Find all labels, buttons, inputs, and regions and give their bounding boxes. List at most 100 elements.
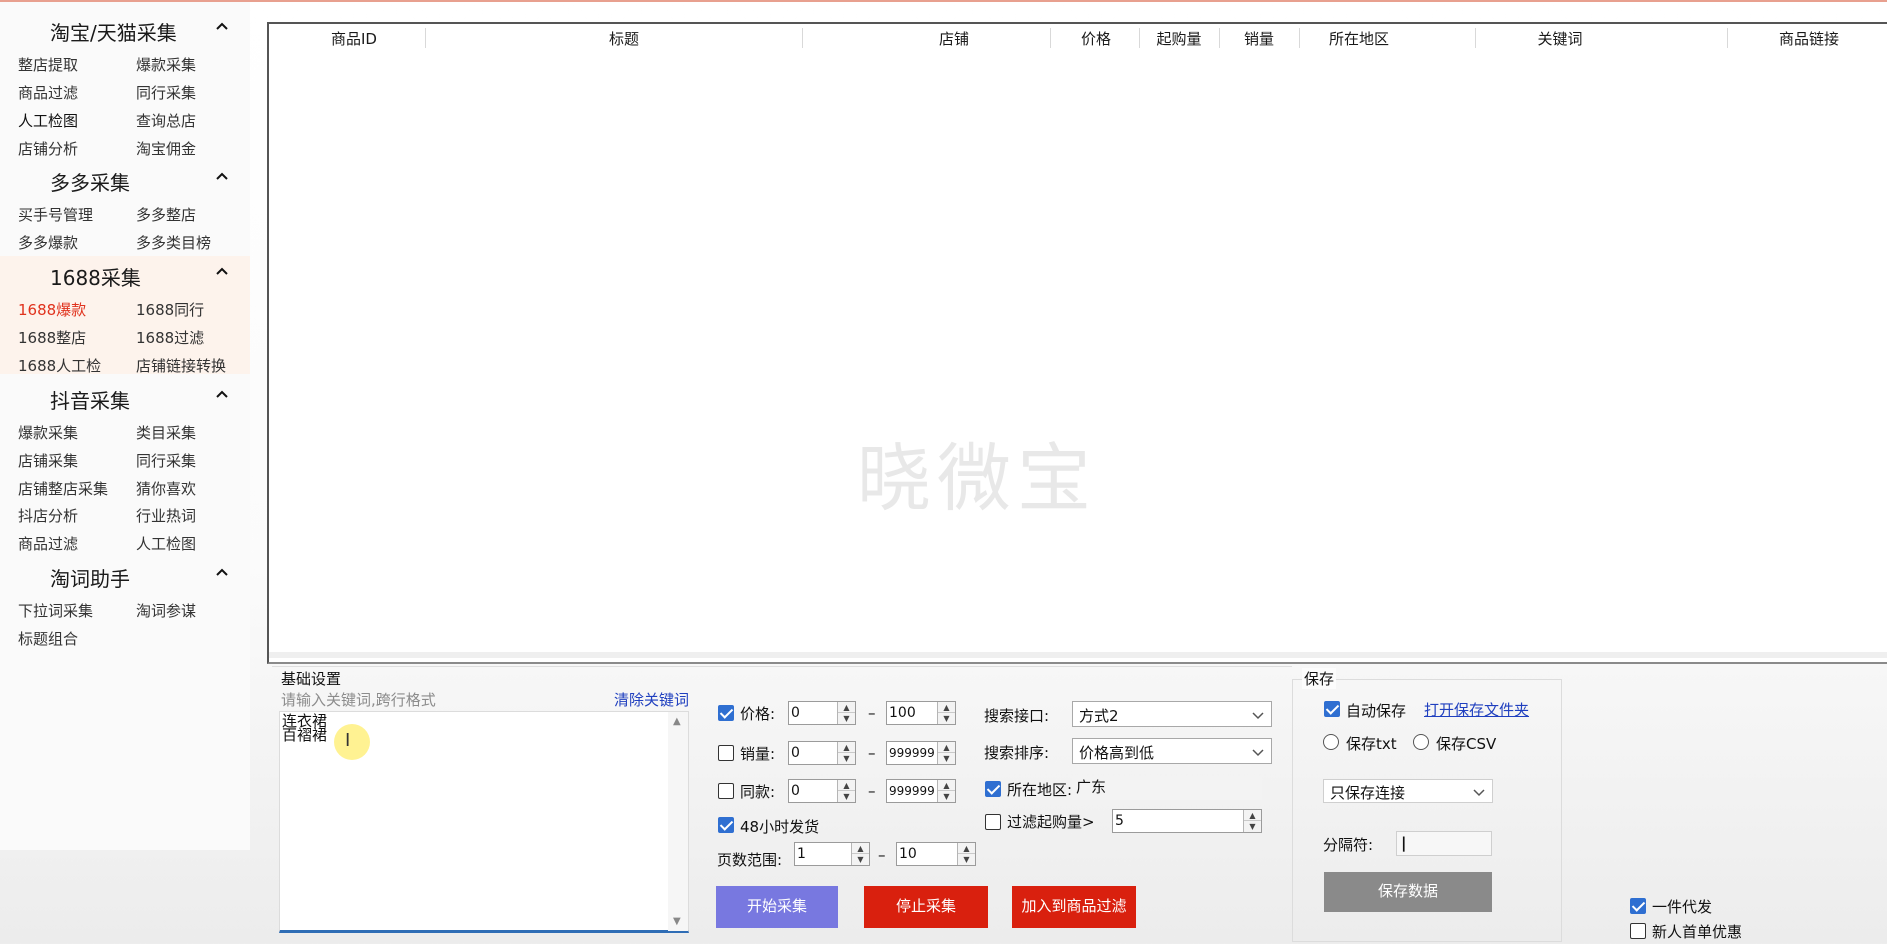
- increment-icon[interactable]: ▲: [938, 780, 955, 791]
- page-min-input[interactable]: [797, 844, 851, 864]
- sidebar-item[interactable]: 类目采集: [136, 422, 196, 443]
- stepper-buttons[interactable]: ▲ ▼: [851, 843, 869, 865]
- sidebar-item[interactable]: 多多整店: [136, 204, 196, 225]
- sales-max-input[interactable]: [889, 743, 937, 763]
- column-divider[interactable]: [1050, 28, 1051, 48]
- region-input[interactable]: 广东: [1072, 776, 1262, 800]
- sidebar-item[interactable]: 多多类目榜: [136, 232, 211, 253]
- column-divider[interactable]: [1219, 28, 1220, 48]
- same-min-stepper[interactable]: ▲▼: [788, 779, 856, 803]
- sidebar-item[interactable]: 抖店分析: [18, 505, 78, 526]
- sidebar-item[interactable]: 下拉词采集: [18, 600, 93, 621]
- stepper-buttons[interactable]: ▲ ▼: [837, 702, 855, 724]
- sidebar-item[interactable]: 人工检图: [136, 533, 196, 554]
- column-divider[interactable]: [1727, 28, 1728, 48]
- sidebar-item[interactable]: 同行采集: [136, 82, 196, 103]
- sidebar-item[interactable]: 1688人工检: [18, 355, 101, 376]
- decrement-icon[interactable]: ▼: [938, 791, 955, 802]
- sidebar-item[interactable]: 1688整店: [18, 327, 86, 348]
- sidebar-item[interactable]: 商品过滤: [18, 82, 78, 103]
- chevron-up-icon[interactable]: [212, 384, 232, 404]
- column-header[interactable]: 所在地区: [1304, 28, 1414, 49]
- save-txt-radio[interactable]: [1323, 734, 1339, 750]
- stepper-buttons[interactable]: ▲ ▼: [957, 843, 975, 865]
- page-min-stepper[interactable]: ▲▼: [794, 842, 870, 866]
- decrement-icon[interactable]: ▼: [958, 854, 975, 865]
- sidebar-item[interactable]: 店铺分析: [18, 138, 78, 159]
- scroll-up-icon[interactable]: ▲: [673, 716, 681, 727]
- column-divider[interactable]: [1475, 28, 1476, 48]
- same-item-checkbox[interactable]: [718, 783, 734, 799]
- group-header-duoduo[interactable]: 多多采集: [0, 164, 250, 195]
- save-csv-radio[interactable]: [1413, 734, 1429, 750]
- sidebar-item[interactable]: 爆款采集: [136, 54, 196, 75]
- dropship-checkbox[interactable]: [1630, 898, 1646, 914]
- sales-max-stepper[interactable]: ▲▼: [886, 741, 956, 765]
- sidebar-item[interactable]: 店铺链接转换: [136, 355, 226, 376]
- auto-save-checkbox[interactable]: [1324, 701, 1340, 717]
- ship-48h-checkbox[interactable]: [718, 817, 734, 833]
- group-header-1688[interactable]: 1688采集: [0, 259, 250, 290]
- page-max-input[interactable]: [899, 844, 957, 864]
- stepper-buttons[interactable]: ▲ ▼: [1243, 810, 1261, 832]
- vertical-scrollbar[interactable]: ▲ ▼: [668, 712, 688, 931]
- stepper-buttons[interactable]: ▲ ▼: [837, 742, 855, 764]
- group-header-taobao[interactable]: 淘宝/天猫采集: [0, 14, 250, 45]
- increment-icon[interactable]: ▲: [838, 702, 855, 713]
- group-header-taoci[interactable]: 淘词助手: [0, 560, 250, 591]
- sales-min-stepper[interactable]: ▲▼: [788, 741, 856, 765]
- decrement-icon[interactable]: ▼: [838, 713, 855, 724]
- column-header[interactable]: 商品链接: [1739, 28, 1879, 49]
- decrement-icon[interactable]: ▼: [838, 791, 855, 802]
- save-mode-select[interactable]: 只保存连接: [1323, 779, 1493, 803]
- sidebar-item[interactable]: 买手号管理: [18, 204, 93, 225]
- column-divider[interactable]: [1299, 28, 1300, 48]
- price-min-stepper[interactable]: ▲▼: [788, 701, 856, 725]
- moq-checkbox[interactable]: [985, 814, 1001, 830]
- search-sort-select[interactable]: 价格高到低: [1072, 738, 1272, 764]
- same-max-stepper[interactable]: ▲▼: [886, 779, 956, 803]
- sidebar-item-active[interactable]: 1688爆款: [18, 299, 86, 320]
- sidebar-item[interactable]: 淘词参谋: [136, 600, 196, 621]
- same-max-input[interactable]: [889, 781, 937, 801]
- sidebar-item[interactable]: 店铺整店采集: [18, 478, 108, 499]
- stepper-buttons[interactable]: ▲ ▼: [937, 742, 955, 764]
- column-header[interactable]: 起购量: [1144, 28, 1214, 49]
- same-min-input[interactable]: [791, 781, 837, 801]
- sidebar-item[interactable]: 淘宝佣金: [136, 138, 196, 159]
- column-header[interactable]: 价格: [1061, 28, 1131, 49]
- chevron-up-icon[interactable]: [212, 562, 232, 582]
- increment-icon[interactable]: ▲: [838, 780, 855, 791]
- sidebar-item[interactable]: 1688同行: [136, 299, 204, 320]
- sidebar-item[interactable]: 同行采集: [136, 450, 196, 471]
- column-header[interactable]: 商品ID: [319, 28, 389, 49]
- sidebar-item[interactable]: 标题组合: [18, 628, 78, 649]
- sidebar-item[interactable]: 店铺采集: [18, 450, 78, 471]
- price-min-input[interactable]: [791, 703, 837, 723]
- decrement-icon[interactable]: ▼: [938, 713, 955, 724]
- stepper-buttons[interactable]: ▲ ▼: [937, 702, 955, 724]
- increment-icon[interactable]: ▲: [938, 702, 955, 713]
- sales-checkbox[interactable]: [718, 745, 734, 761]
- increment-icon[interactable]: ▲: [852, 843, 869, 854]
- open-save-folder-link[interactable]: 打开保存文件夹: [1424, 699, 1529, 720]
- start-collect-button[interactable]: 开始采集: [716, 886, 838, 928]
- page-max-stepper[interactable]: ▲▼: [896, 842, 976, 866]
- sidebar-item[interactable]: 爆款采集: [18, 422, 78, 443]
- column-divider[interactable]: [1139, 28, 1140, 48]
- chevron-up-icon[interactable]: [212, 166, 232, 186]
- price-max-stepper[interactable]: ▲▼: [886, 701, 956, 725]
- chevron-down-icon[interactable]: [1472, 785, 1486, 799]
- increment-icon[interactable]: ▲: [838, 742, 855, 753]
- add-to-filter-button[interactable]: 加入到商品过滤: [1012, 886, 1136, 928]
- chevron-down-icon[interactable]: [1251, 708, 1265, 722]
- sidebar-item[interactable]: 人工检图: [18, 110, 78, 131]
- increment-icon[interactable]: ▲: [958, 843, 975, 854]
- new-user-discount-checkbox[interactable]: [1630, 923, 1646, 939]
- column-header[interactable]: 销量: [1224, 28, 1294, 49]
- column-divider[interactable]: [425, 28, 426, 48]
- scroll-down-icon[interactable]: ▼: [673, 916, 681, 927]
- price-checkbox[interactable]: [718, 705, 734, 721]
- column-header[interactable]: 店铺: [899, 28, 1009, 49]
- decrement-icon[interactable]: ▼: [938, 753, 955, 764]
